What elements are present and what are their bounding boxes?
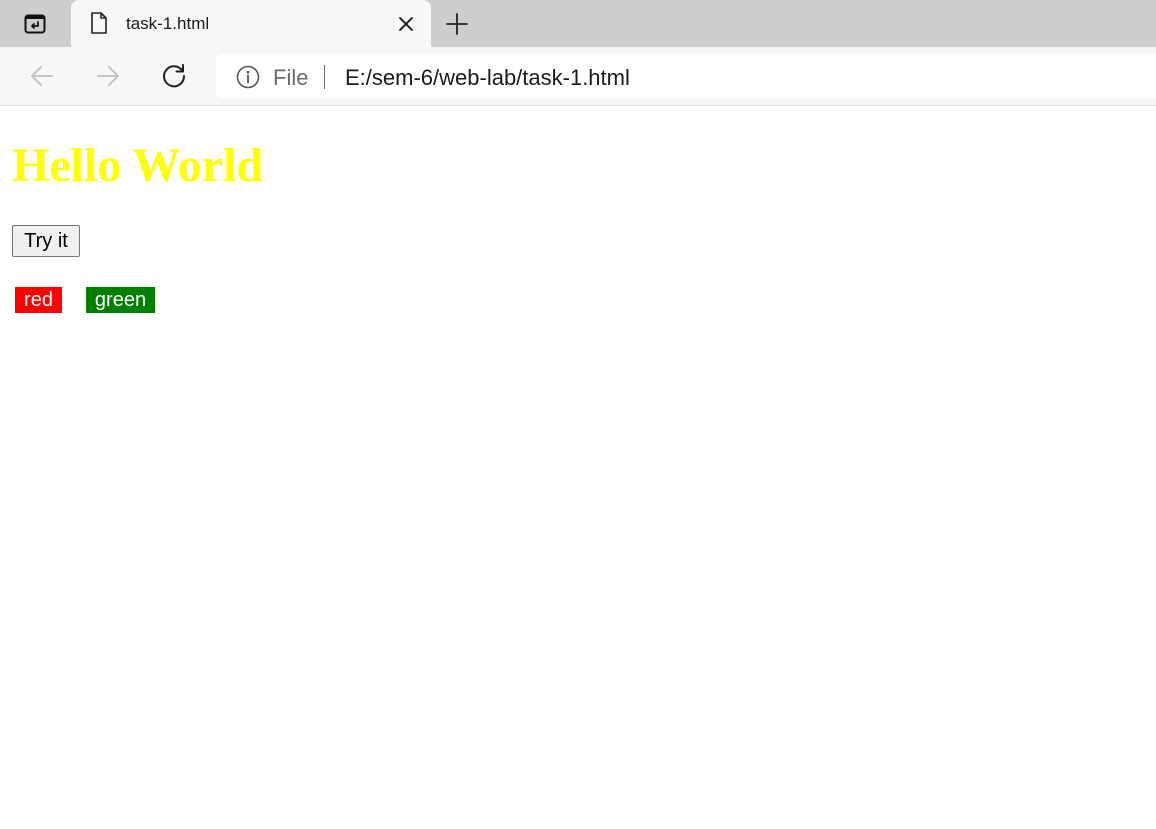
address-separator (324, 65, 325, 89)
plus-icon (446, 13, 468, 35)
arrow-left-icon (31, 66, 53, 86)
new-tab-button[interactable] (443, 10, 471, 38)
back-button[interactable] (27, 61, 57, 91)
page-content: Hello World Try it red green (0, 106, 1156, 829)
forward-button[interactable] (93, 61, 123, 91)
tab-actions-icon (24, 14, 46, 33)
address-bar[interactable]: File E:/sem-6/web-lab/task-1.html (216, 54, 1156, 98)
red-label: red (15, 287, 62, 313)
tab-title: task-1.html (126, 14, 210, 33)
try-it-button[interactable]: Try it (12, 225, 80, 257)
tab-strip: task-1.html (0, 0, 1156, 47)
refresh-icon (163, 64, 186, 88)
file-icon (91, 12, 107, 34)
close-icon (399, 17, 413, 31)
info-icon[interactable] (236, 65, 260, 89)
arrow-right-icon (97, 66, 119, 86)
tab-active[interactable]: task-1.html (71, 0, 431, 47)
navigation-bar: File E:/sem-6/web-lab/task-1.html (0, 47, 1156, 106)
tab-actions-button[interactable] (0, 0, 70, 47)
page-heading: Hello World (12, 139, 264, 192)
tab-close-button[interactable] (395, 13, 417, 35)
address-url[interactable]: E:/sem-6/web-lab/task-1.html (345, 65, 630, 91)
green-label: green (86, 287, 155, 313)
refresh-button[interactable] (159, 61, 189, 91)
address-scheme: File (273, 65, 309, 90)
